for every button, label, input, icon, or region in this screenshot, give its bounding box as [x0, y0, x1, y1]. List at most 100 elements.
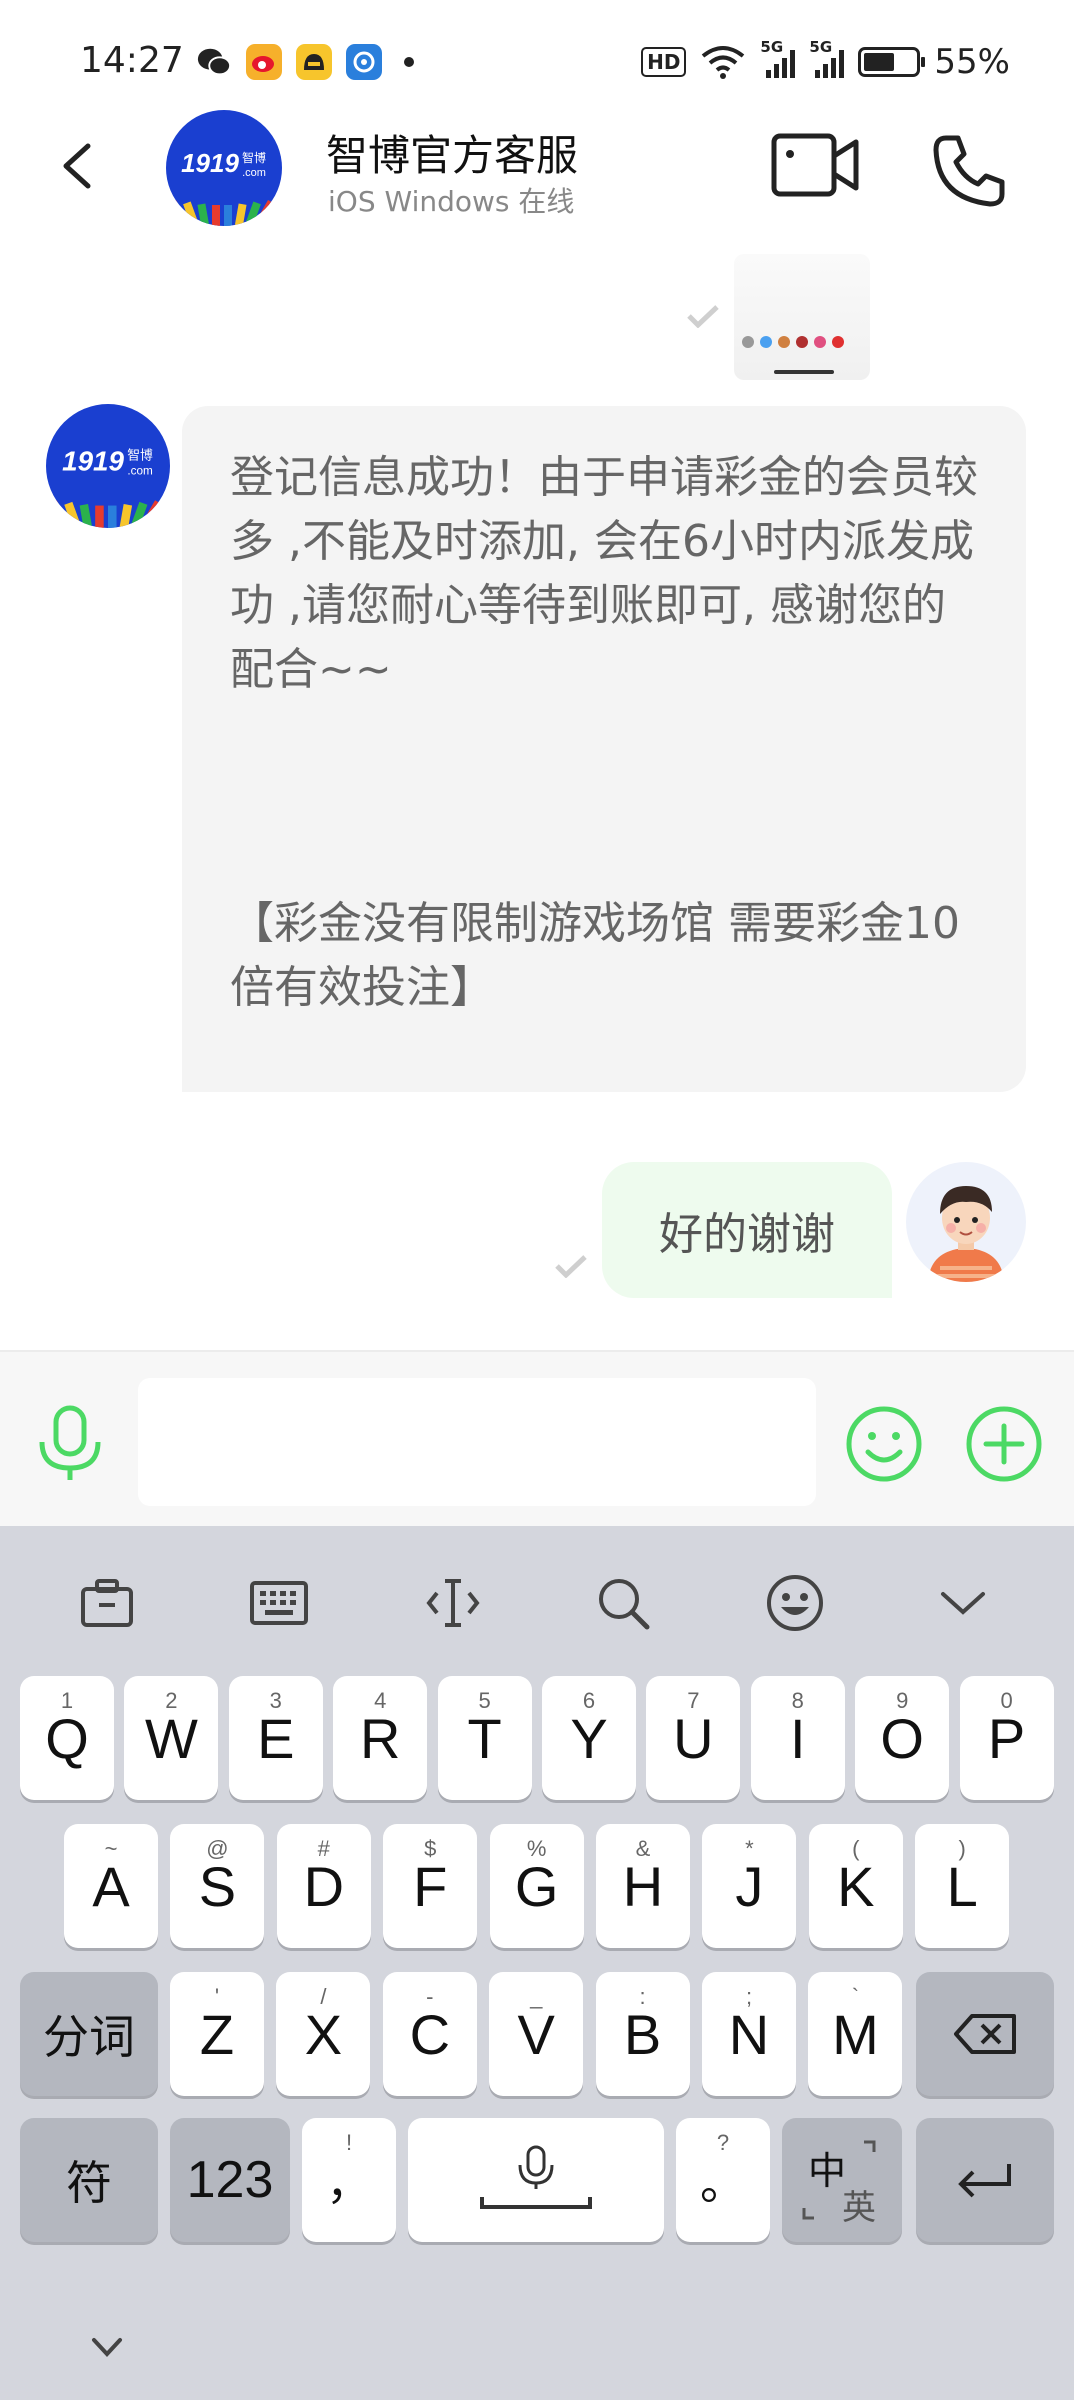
key-g[interactable]: % G: [489, 1824, 584, 1948]
incoming-message-bubble[interactable]: 登记信息成功！由于申请彩金的会员较多 ,不能及时添加, 会在6小时内派发成功 ,…: [182, 406, 1026, 1092]
hd-badge: HD: [641, 47, 687, 77]
notification-icons: [196, 44, 414, 80]
contact-avatar[interactable]: 1919 智博 .com: [166, 110, 282, 226]
collapse-toolbar-button[interactable]: [928, 1568, 998, 1638]
chevron-left-icon: [63, 143, 91, 189]
key-m[interactable]: ` M: [808, 1972, 903, 2096]
key-label: G: [514, 1854, 559, 1918]
clipboard-button[interactable]: [72, 1568, 142, 1638]
plus-circle-icon: [966, 1406, 1042, 1482]
key-label: R: [359, 1706, 401, 1770]
language-switch-key[interactable]: 中 英: [782, 2118, 902, 2242]
key-secondary-label: 6: [582, 1688, 596, 1713]
outgoing-message-bubble[interactable]: 好的谢谢: [602, 1162, 892, 1298]
key-secondary-label: 7: [687, 1688, 700, 1713]
key-label: X: [304, 2002, 343, 2066]
segment-key[interactable]: 分词: [20, 1972, 158, 2096]
key-s[interactable]: @ S: [170, 1824, 265, 1948]
key-k[interactable]: (K: [808, 1824, 903, 1948]
message-list[interactable]: 1919 智博 .com 登记信息成功！由于申请彩金的会员较多 ,不能及时添加,…: [0, 230, 1074, 1350]
app-yellow-icon: [296, 44, 332, 80]
video-call-button[interactable]: [770, 130, 862, 200]
key-t[interactable]: 5T: [437, 1676, 532, 1800]
my-avatar[interactable]: [906, 1162, 1026, 1282]
baidu-icon: [346, 44, 382, 80]
key-d[interactable]: # D: [276, 1824, 371, 1948]
key-v[interactable]: _ V: [489, 1972, 584, 2096]
key-z[interactable]: ' Z: [170, 1972, 264, 2096]
svg-text:1919: 1919: [181, 148, 239, 178]
key-w[interactable]: 2W: [124, 1676, 219, 1800]
voice-input-button[interactable]: [34, 1404, 106, 1484]
key-i[interactable]: 8I: [750, 1676, 845, 1800]
enter-key[interactable]: [916, 2118, 1054, 2242]
key-secondary-label: ;: [745, 1984, 753, 2009]
key-b[interactable]: :B: [595, 1972, 690, 2096]
key-h[interactable]: & H: [596, 1824, 690, 1948]
key-label: O: [880, 1706, 924, 1770]
cursor-move-button[interactable]: [418, 1568, 488, 1638]
svg-text:.com: .com: [242, 167, 266, 179]
key-label: N: [728, 2002, 770, 2066]
status-time: 14:27: [80, 40, 184, 81]
bracket-decor-icon: [802, 2140, 876, 2220]
key-l[interactable]: ) L: [915, 1824, 1010, 1948]
comma-key[interactable]: ! ，: [302, 2118, 396, 2242]
more-actions-button[interactable]: [964, 1404, 1044, 1484]
wechat-icon: [196, 44, 232, 80]
hide-keyboard-button[interactable]: [86, 2326, 128, 2368]
key-n[interactable]: ; N: [702, 1972, 796, 2096]
status-bar: 14:27 HD 5G 5G 55%: [0, 0, 1074, 120]
thumbnail-app-row: [742, 336, 844, 348]
clipboard-icon: [81, 1579, 133, 1627]
space-key[interactable]: [408, 2118, 664, 2242]
key-secondary-label: 2: [165, 1688, 178, 1713]
key-e[interactable]: 3E: [228, 1676, 323, 1800]
key-u[interactable]: 7U: [646, 1676, 741, 1800]
phone-icon: [933, 135, 1005, 207]
key-c[interactable]: -C: [382, 1972, 477, 2096]
message-input[interactable]: [138, 1378, 816, 1506]
key-j[interactable]: * J: [702, 1824, 797, 1948]
backspace-icon: [954, 2014, 1016, 2054]
period-key[interactable]: ? 。: [676, 2118, 770, 2242]
keyboard-layout-button[interactable]: [244, 1568, 314, 1638]
key-q[interactable]: 1Q: [20, 1676, 114, 1800]
key-secondary-label: 0: [1000, 1688, 1013, 1713]
key-secondary-label: ~: [104, 1836, 118, 1861]
key-secondary-label: :: [639, 1984, 646, 2009]
key-a[interactable]: ~ A: [64, 1824, 158, 1948]
status-indicators: HD 5G 5G 55%: [641, 38, 1010, 82]
key-label: S: [198, 1854, 237, 1918]
key-label: K: [837, 1854, 875, 1918]
key-secondary-label: /: [320, 1984, 327, 2009]
key-p[interactable]: 0P: [959, 1676, 1054, 1800]
online-status: iOS Windows 在线: [328, 185, 575, 218]
key-x[interactable]: / X: [276, 1972, 371, 2096]
contact-avatar-small[interactable]: 1919 智博 .com: [46, 404, 170, 528]
message-text: 【彩金没有限制游戏场馆 需要彩金10倍有效投注】: [230, 898, 960, 1013]
emoji-button[interactable]: [844, 1404, 924, 1484]
key-f[interactable]: $ F: [383, 1824, 478, 1948]
key-secondary-label: *: [745, 1836, 754, 1861]
key-label: L: [946, 1854, 978, 1918]
key-secondary-label: 3: [269, 1688, 282, 1713]
key-label: I: [790, 1706, 806, 1770]
key-r[interactable]: 4R: [333, 1676, 428, 1800]
battery-icon: [858, 47, 926, 77]
voice-call-button[interactable]: [928, 132, 1008, 212]
image-message-thumbnail[interactable]: [734, 254, 870, 380]
symbols-key[interactable]: 符: [20, 2118, 158, 2242]
key-label: Q: [45, 1706, 89, 1770]
numbers-key[interactable]: 123: [170, 2118, 290, 2242]
backspace-key[interactable]: [916, 1972, 1054, 2096]
keyboard-search-button[interactable]: [588, 1568, 658, 1638]
key-o[interactable]: 9O: [855, 1676, 950, 1800]
key-label: B: [623, 2002, 662, 2066]
back-button[interactable]: [52, 138, 108, 194]
key-secondary-label: $: [424, 1836, 437, 1861]
contact-name[interactable]: 智博官方客服: [326, 122, 578, 183]
key-label: J: [735, 1854, 764, 1918]
key-y[interactable]: 6Y: [542, 1676, 636, 1800]
keyboard-emoji-button[interactable]: [760, 1568, 830, 1638]
